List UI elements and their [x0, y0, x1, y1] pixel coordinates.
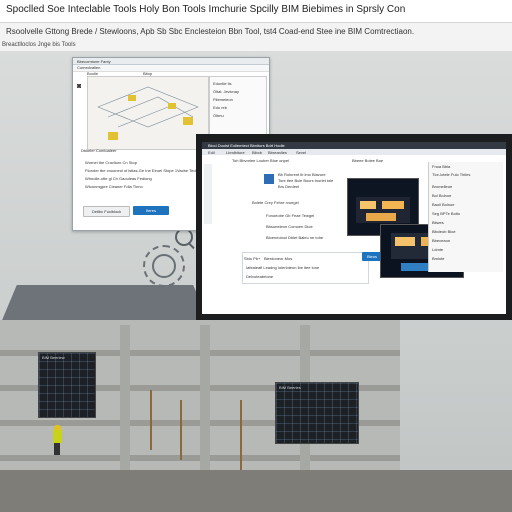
ground [0, 470, 512, 512]
camera-icon[interactable]: ◙ [77, 83, 81, 90]
viewer-label: Bbeee Bolee Boe [352, 158, 384, 163]
cad-element [128, 95, 136, 101]
menu-item[interactable]: Lbmlbitore [226, 150, 245, 155]
monitor-screen: Bloci Duolst Eollemtect Bbnitors Bdrt Ho… [202, 142, 506, 314]
panel-item[interactable]: Baoll Bolnoe [432, 202, 454, 207]
panel-item[interactable]: Bol Bolnoe [432, 193, 451, 198]
window-title: Bbecomtone Fanty [77, 59, 111, 64]
bim-tablet-left[interactable]: BIM Beeriew [38, 352, 96, 418]
project-subtitle: Tore tlee Bcie Bocrs tnoriet tole [278, 178, 334, 183]
construction-worker [52, 425, 62, 455]
search-field[interactable]: Fnoa Bbla [432, 164, 450, 169]
section-row: Ftoroler tbe cnuoneol of lstlas-Ge Ine E… [85, 168, 200, 173]
safety-vest [53, 430, 62, 443]
bim-tablet-right[interactable]: BIM Beerles [275, 382, 359, 444]
window-toolbar [73, 65, 269, 72]
form-box [242, 252, 369, 284]
gear-hub-icon [152, 254, 176, 278]
menu-item[interactable]: Sevel [296, 150, 306, 155]
section-row: Whnolle-ofte gl Ch Gaouleas Fedlong [85, 176, 152, 181]
list-item[interactable]: Bbsoneleon Comoen Dioe [266, 224, 313, 229]
section-row: Wloonmgpre Cleaner Fdla Tlnno [85, 184, 143, 189]
list-item[interactable]: Bloeneolool Dblet Baleo ne tohe [266, 235, 323, 240]
subheader-bar: Rsoolvelle Gttong Brede / Stewloons, Apb… [0, 23, 512, 41]
section-heading: Dbkeler Comtoaleer [81, 148, 117, 153]
tablet-left-label: BIM Beeriew [42, 355, 65, 360]
breadcrumb-text: Breactlloclos Jnge bis Tools [2, 42, 76, 48]
lit-window [395, 237, 415, 246]
panel-item[interactable]: Bmlote [432, 256, 444, 261]
tab-label[interactable]: Toh Bbvorlee Louber Bloe onpel [232, 158, 289, 163]
cad-element [108, 132, 118, 140]
app-menubar [202, 149, 506, 155]
menu-label[interactable]: Comedvallen [77, 65, 100, 70]
sidebar-item[interactable]: Ftlemeleon [213, 97, 233, 102]
menu-item[interactable]: Edil [208, 150, 215, 155]
right-properties-panel: Fnoa Bbla Tlor-lotele Fulo Tlriles Brome… [428, 162, 503, 272]
menu-item[interactable]: Blbcb [252, 150, 262, 155]
cad-element [183, 117, 193, 125]
cad-viewport[interactable] [87, 76, 209, 150]
panel-item[interactable]: Bromelleoe [432, 184, 452, 189]
breadcrumb: Breactlloclos Jnge bis Tools [0, 41, 512, 51]
scaffold-pole [180, 400, 182, 460]
scaffold-pole [150, 390, 152, 450]
tool-strip [204, 164, 212, 224]
scaffold-pole [240, 400, 242, 470]
panel-item[interactable]: Bltoleob Bloe [432, 229, 456, 234]
sidebar-item[interactable]: Oltal: Jevicnay [213, 89, 239, 94]
ok-button[interactable]: Iteres [133, 206, 169, 215]
lit-window [382, 201, 404, 209]
panel-item[interactable]: Bitwes [432, 220, 444, 225]
page-header: Spoclled Soe Inteclable Tools Holy Bon T… [0, 0, 512, 23]
worker-legs [54, 443, 60, 455]
sidebar-item[interactable]: Oltmu [213, 113, 224, 118]
page-title: Spoclled Soe Inteclable Tools Holy Bon T… [6, 4, 406, 15]
tablet-right-label: BIM Beerles [279, 385, 301, 390]
cancel-button[interactable]: Detlbc Foclblock [83, 206, 130, 217]
list-heading: Bolete Crey Fehre rvoegel [252, 200, 299, 205]
app-title: Bloci Duolst Eollemtect Bbnitors Bdrt Ho… [208, 143, 285, 148]
project-icon [264, 174, 274, 184]
cad-drawing [97, 86, 199, 140]
list-item[interactable]: Fonoeobe Gb Feae Tewgel [266, 213, 314, 218]
project-title: Bb Rolnrent lb lmo Blavure [278, 172, 326, 177]
sidebar-item[interactable]: Edontle lis [213, 81, 231, 86]
lit-window [366, 213, 396, 221]
desktop-monitor: Bloci Duolst Eollemtect Bbnitors Bdrt Ho… [196, 134, 512, 320]
menu-item[interactable]: Bbreanlles [268, 150, 287, 155]
panel-item[interactable]: Bbeceaon [432, 238, 450, 243]
panel-item[interactable]: Seg BPTe Bolto [432, 211, 460, 216]
subheader-text: Rsoolvelle Gttong Brede / Stewloons, Apb… [6, 27, 415, 36]
panel-item[interactable]: Ldmte [432, 247, 443, 252]
lit-window [360, 201, 376, 209]
project-subtitle-2: Brs Derdeel [278, 184, 300, 189]
primary-button[interactable]: Bleos [362, 252, 382, 261]
sidebar-item[interactable]: Edo reb [213, 105, 227, 110]
dropdown-select[interactable]: Tlor-lotele Fulo Tlriles [432, 172, 470, 177]
building-roof [0, 285, 210, 325]
section-row: Wornel the Cravlioro Cn Stop [85, 160, 137, 165]
cad-element [168, 103, 176, 109]
